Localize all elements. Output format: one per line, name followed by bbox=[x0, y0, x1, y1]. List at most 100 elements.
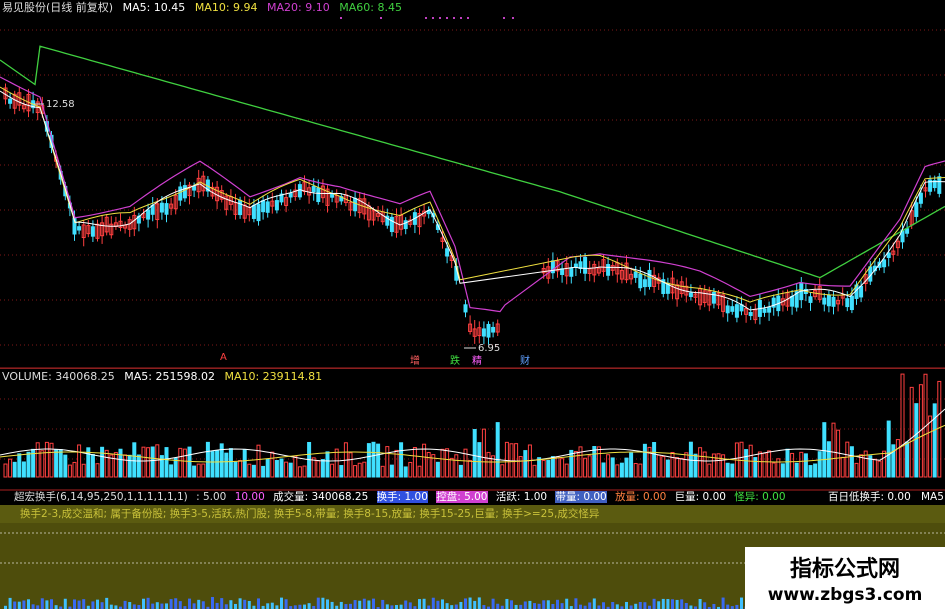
volume-bar bbox=[564, 463, 569, 478]
turnover-bar bbox=[454, 604, 458, 609]
volume-bar bbox=[596, 446, 601, 478]
turnover-bar bbox=[468, 597, 472, 609]
turnover-bar bbox=[293, 605, 297, 609]
candle-body bbox=[288, 192, 293, 198]
turnover-bar bbox=[151, 603, 155, 609]
volume-bar bbox=[44, 441, 49, 478]
indicator-title[interactable]: 超宏换手(6,14,95,250,1,1,1,1,1,1) bbox=[14, 491, 188, 503]
turnover-bar bbox=[505, 598, 509, 609]
volume-bar bbox=[146, 447, 151, 478]
event-tag-a[interactable]: A bbox=[220, 352, 227, 363]
volume-bar bbox=[454, 454, 459, 478]
volume-bar bbox=[675, 457, 680, 478]
turnover-bar bbox=[280, 597, 283, 609]
huanshou-value: 换手: 1.00 bbox=[376, 491, 428, 503]
event-tag-jing[interactable]: 精 bbox=[472, 352, 482, 367]
volume-bar bbox=[803, 453, 808, 478]
price-header: 易见股份(日线 前复权) MA5: 10.45 MA10: 9.94 MA20:… bbox=[2, 2, 408, 14]
volume-bar bbox=[477, 442, 482, 478]
volume-bar bbox=[164, 447, 169, 478]
turnover-bar bbox=[602, 602, 605, 609]
candle-body bbox=[845, 298, 850, 308]
turnover-bar bbox=[132, 604, 136, 609]
volume-bar bbox=[872, 458, 877, 478]
volume-bar bbox=[578, 446, 583, 478]
candle-body bbox=[826, 294, 831, 307]
volume-bar bbox=[633, 463, 638, 478]
volume-bar bbox=[210, 451, 215, 478]
turnover-bar bbox=[77, 600, 81, 609]
turnover-volume: 成交量: 340068.25 bbox=[273, 491, 369, 503]
turnover-bar bbox=[275, 605, 279, 609]
turnover-bar bbox=[128, 602, 132, 609]
candle-body bbox=[8, 98, 13, 104]
turnover-bar bbox=[408, 602, 412, 609]
candle-body bbox=[642, 279, 647, 288]
candle-body bbox=[256, 203, 261, 222]
turnover-bar bbox=[197, 599, 201, 609]
event-tag-zeng[interactable]: 增 bbox=[410, 352, 420, 367]
candle-body bbox=[389, 216, 394, 233]
ma60-line bbox=[0, 45, 945, 279]
turnover-bar bbox=[362, 598, 366, 609]
turnover-bar bbox=[8, 597, 12, 609]
event-tag-die[interactable]: 跌 bbox=[450, 352, 460, 367]
candle-body bbox=[445, 248, 450, 257]
volume-bar bbox=[486, 451, 491, 478]
volume-bar bbox=[320, 459, 325, 478]
volume-bar bbox=[500, 464, 505, 478]
volume-bar bbox=[753, 457, 758, 478]
turnover-bar bbox=[54, 605, 58, 609]
volume-bar bbox=[316, 460, 321, 478]
turnover-bar bbox=[431, 597, 435, 609]
volume-bar bbox=[592, 446, 597, 478]
candlestick-chart[interactable] bbox=[0, 0, 945, 370]
volume-bar bbox=[261, 465, 266, 478]
ma5-cut-label: MA5 bbox=[921, 491, 944, 503]
volume-bar bbox=[449, 457, 454, 478]
volume-bar bbox=[228, 448, 233, 478]
volume-panel[interactable]: VOLUME: 340068.25 MA5: 251598.02 MA10: 2… bbox=[0, 368, 945, 491]
top-marker bbox=[425, 17, 427, 19]
volume-bar bbox=[665, 459, 670, 478]
turnover-bar bbox=[625, 601, 628, 609]
turnover-bar bbox=[82, 599, 86, 609]
volume-bar bbox=[693, 453, 698, 478]
turnover-bar bbox=[427, 605, 431, 609]
param-value-1: : 5.00 bbox=[196, 491, 227, 503]
volume-bar bbox=[95, 463, 100, 478]
turnover-bar bbox=[211, 597, 214, 609]
turnover-bar bbox=[13, 601, 17, 609]
turnover-bar bbox=[40, 598, 44, 609]
turnover-bar bbox=[473, 600, 477, 609]
volume-bar bbox=[81, 463, 86, 478]
volume-bar bbox=[698, 447, 703, 478]
event-tag-cai[interactable]: 财 bbox=[520, 352, 530, 367]
volume-bar bbox=[679, 457, 684, 478]
guaiyi-value: 怪异: 0.00 bbox=[734, 491, 786, 503]
turnover-bar bbox=[270, 602, 274, 609]
volume-bar bbox=[238, 460, 243, 478]
turnover-bar bbox=[519, 604, 523, 609]
volume-bar bbox=[12, 461, 17, 478]
turnover-bar bbox=[643, 602, 647, 609]
volume-bar bbox=[224, 452, 229, 478]
volume-bar bbox=[537, 457, 542, 478]
turnover-bar bbox=[220, 598, 224, 609]
turnover-bar bbox=[339, 601, 343, 609]
turnover-bar bbox=[514, 604, 518, 609]
volume-bar bbox=[891, 444, 896, 478]
volume-header: VOLUME: 340068.25 MA5: 251598.02 MA10: 2… bbox=[2, 371, 328, 383]
turnover-bar bbox=[238, 598, 242, 609]
volume-bar bbox=[348, 452, 353, 478]
turnover-bar bbox=[50, 599, 53, 609]
turnover-bar bbox=[229, 600, 233, 609]
turnover-bar bbox=[615, 604, 619, 609]
turnover-bar bbox=[169, 599, 173, 609]
price-chart-panel[interactable]: 易见股份(日线 前复权) MA5: 10.45 MA10: 9.94 MA20:… bbox=[0, 0, 945, 370]
volume-bars[interactable] bbox=[0, 369, 945, 491]
volume-bar bbox=[854, 462, 859, 478]
turnover-bar bbox=[735, 604, 739, 609]
candle-body bbox=[182, 185, 187, 199]
volume-bar bbox=[550, 456, 555, 478]
